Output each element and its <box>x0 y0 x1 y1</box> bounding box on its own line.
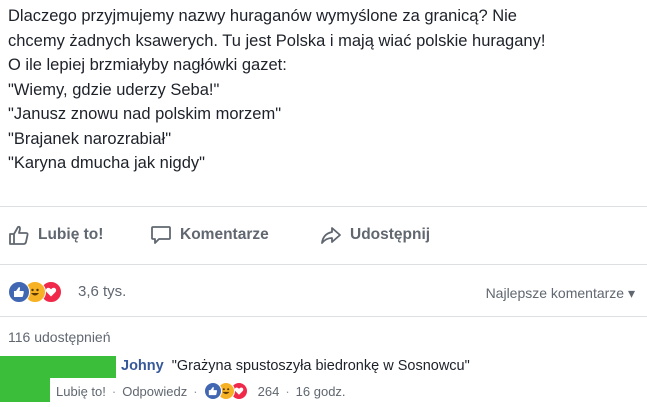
post-line: O ile lepiej brzmiałyby nagłówki gazet: <box>8 56 287 74</box>
comment-reply-link[interactable]: Odpowiedz <box>122 384 187 399</box>
separator: · <box>111 383 117 399</box>
post-line: "Janusz znowu nad polskim morzem" <box>8 105 282 123</box>
comment-like-link[interactable]: Lubię to! <box>56 384 106 399</box>
comment-meta: Lubię to! · Odpowiedz · 264 · 16 godz. <box>56 382 346 400</box>
avatar[interactable] <box>0 356 50 402</box>
share-count[interactable]: 116 udostępnień <box>8 329 111 345</box>
like-reaction-icon <box>203 382 222 400</box>
comment-timestamp[interactable]: 16 godz. <box>296 384 346 399</box>
comment-button[interactable]: Komentarze <box>150 223 269 247</box>
post-line: "Brajanek narozrabiał" <box>8 129 172 148</box>
comment-text: "Grażyna spustoszyła biedronkę w Sosnowc… <box>171 358 470 374</box>
speech-bubble-icon <box>151 226 171 244</box>
like-reaction-icon <box>8 281 30 303</box>
separator: · <box>285 383 290 399</box>
comment-author[interactable]: Johny <box>121 358 164 374</box>
share-button-label: Udostępnij <box>350 226 431 243</box>
post-line: "Wiemy, gdzie uderzy Seba!" <box>8 80 220 99</box>
post-line: Dlaczego przyjmujemy nazwy huraganów wym… <box>8 7 517 25</box>
post-text: Dlaczego przyjmujemy nazwy huraganów wym… <box>8 4 640 176</box>
redaction-block <box>50 356 116 378</box>
share-button[interactable]: Udostępnij <box>320 223 430 247</box>
reactions-summary: 3,6 tys. Najlepsze komentarze ▾ <box>0 264 647 317</box>
comment-button-label: Komentarze <box>180 226 269 243</box>
comment-reaction-count[interactable]: 264 <box>258 384 280 399</box>
comment-body: Johny "Grażyna spustoszyła biedronkę w S… <box>121 358 470 374</box>
comment-reaction-icons[interactable] <box>203 382 254 400</box>
separator: · <box>193 383 198 399</box>
post-action-bar: Lubię to! Komentarze Udostępnij <box>0 206 647 265</box>
thumbs-up-icon <box>9 225 29 245</box>
comment: Johny "Grażyna spustoszyła biedronkę w S… <box>0 352 647 407</box>
like-button[interactable]: Lubię to! <box>8 223 103 247</box>
reaction-icons[interactable] <box>8 281 74 303</box>
post-line: chcemy żadnych ksawerych. Tu jest Polska… <box>8 31 546 50</box>
shares-row: 116 udostępnień <box>0 316 647 353</box>
like-button-label: Lubię to! <box>38 226 104 243</box>
post-line: "Karyna dmucha jak nigdy" <box>8 154 205 172</box>
share-arrow-icon <box>321 227 341 244</box>
comment-sort-dropdown[interactable]: Najlepsze komentarze ▾ <box>486 285 635 302</box>
reaction-count[interactable]: 3,6 tys. <box>78 283 126 300</box>
